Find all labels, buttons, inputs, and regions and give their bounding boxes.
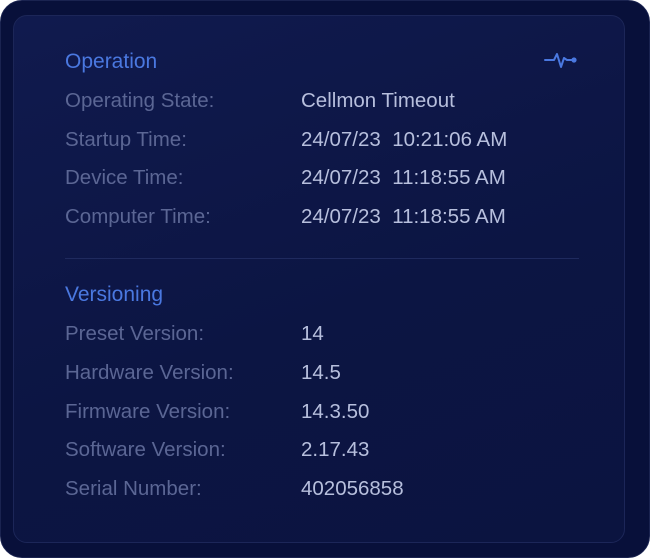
- computer-time-value: 24/07/23 11:18:55 AM: [301, 205, 506, 228]
- serial-number-label: Serial Number:: [65, 477, 202, 500]
- preset-version-row: Preset Version: 14: [65, 321, 585, 347]
- startup-time-label: Startup Time:: [65, 128, 187, 151]
- activity-pulse-icon[interactable]: [544, 48, 578, 72]
- computer-time-row: Computer Time: 24/07/23 11:18:55 AM: [65, 204, 585, 230]
- startup-time-value: 24/07/23 10:21:06 AM: [301, 128, 508, 151]
- section-divider: [65, 258, 579, 259]
- panel-frame: Operation Operating State: Cellmon Timeo…: [0, 0, 650, 558]
- software-version-value: 2.17.43: [301, 438, 370, 461]
- preset-version-label: Preset Version:: [65, 322, 205, 345]
- operating-state-value: Cellmon Timeout: [301, 89, 455, 112]
- versioning-section-title: Versioning: [65, 283, 164, 306]
- computer-time-label: Computer Time:: [65, 205, 211, 228]
- hardware-version-row: Hardware Version: 14.5: [65, 360, 585, 386]
- hardware-version-value: 14.5: [301, 361, 341, 384]
- preset-version-value: 14: [301, 322, 324, 345]
- firmware-version-label: Firmware Version:: [65, 400, 231, 423]
- firmware-version-value: 14.3.50: [301, 400, 370, 423]
- device-info-card: Operation Operating State: Cellmon Timeo…: [13, 15, 625, 543]
- serial-number-value: 402056858: [301, 477, 404, 500]
- software-version-label: Software Version:: [65, 438, 226, 461]
- operating-state-label: Operating State:: [65, 89, 215, 112]
- serial-number-row: Serial Number: 402056858: [65, 476, 585, 502]
- firmware-version-row: Firmware Version: 14.3.50: [65, 399, 585, 425]
- software-version-row: Software Version: 2.17.43: [65, 437, 585, 463]
- hardware-version-label: Hardware Version:: [65, 361, 234, 384]
- startup-time-row: Startup Time: 24/07/23 10:21:06 AM: [65, 127, 585, 153]
- device-time-row: Device Time: 24/07/23 11:18:55 AM: [65, 165, 585, 191]
- device-time-value: 24/07/23 11:18:55 AM: [301, 166, 506, 189]
- operating-state-row: Operating State: Cellmon Timeout: [65, 88, 585, 114]
- device-time-label: Device Time:: [65, 166, 184, 189]
- operation-section-title: Operation: [65, 50, 158, 73]
